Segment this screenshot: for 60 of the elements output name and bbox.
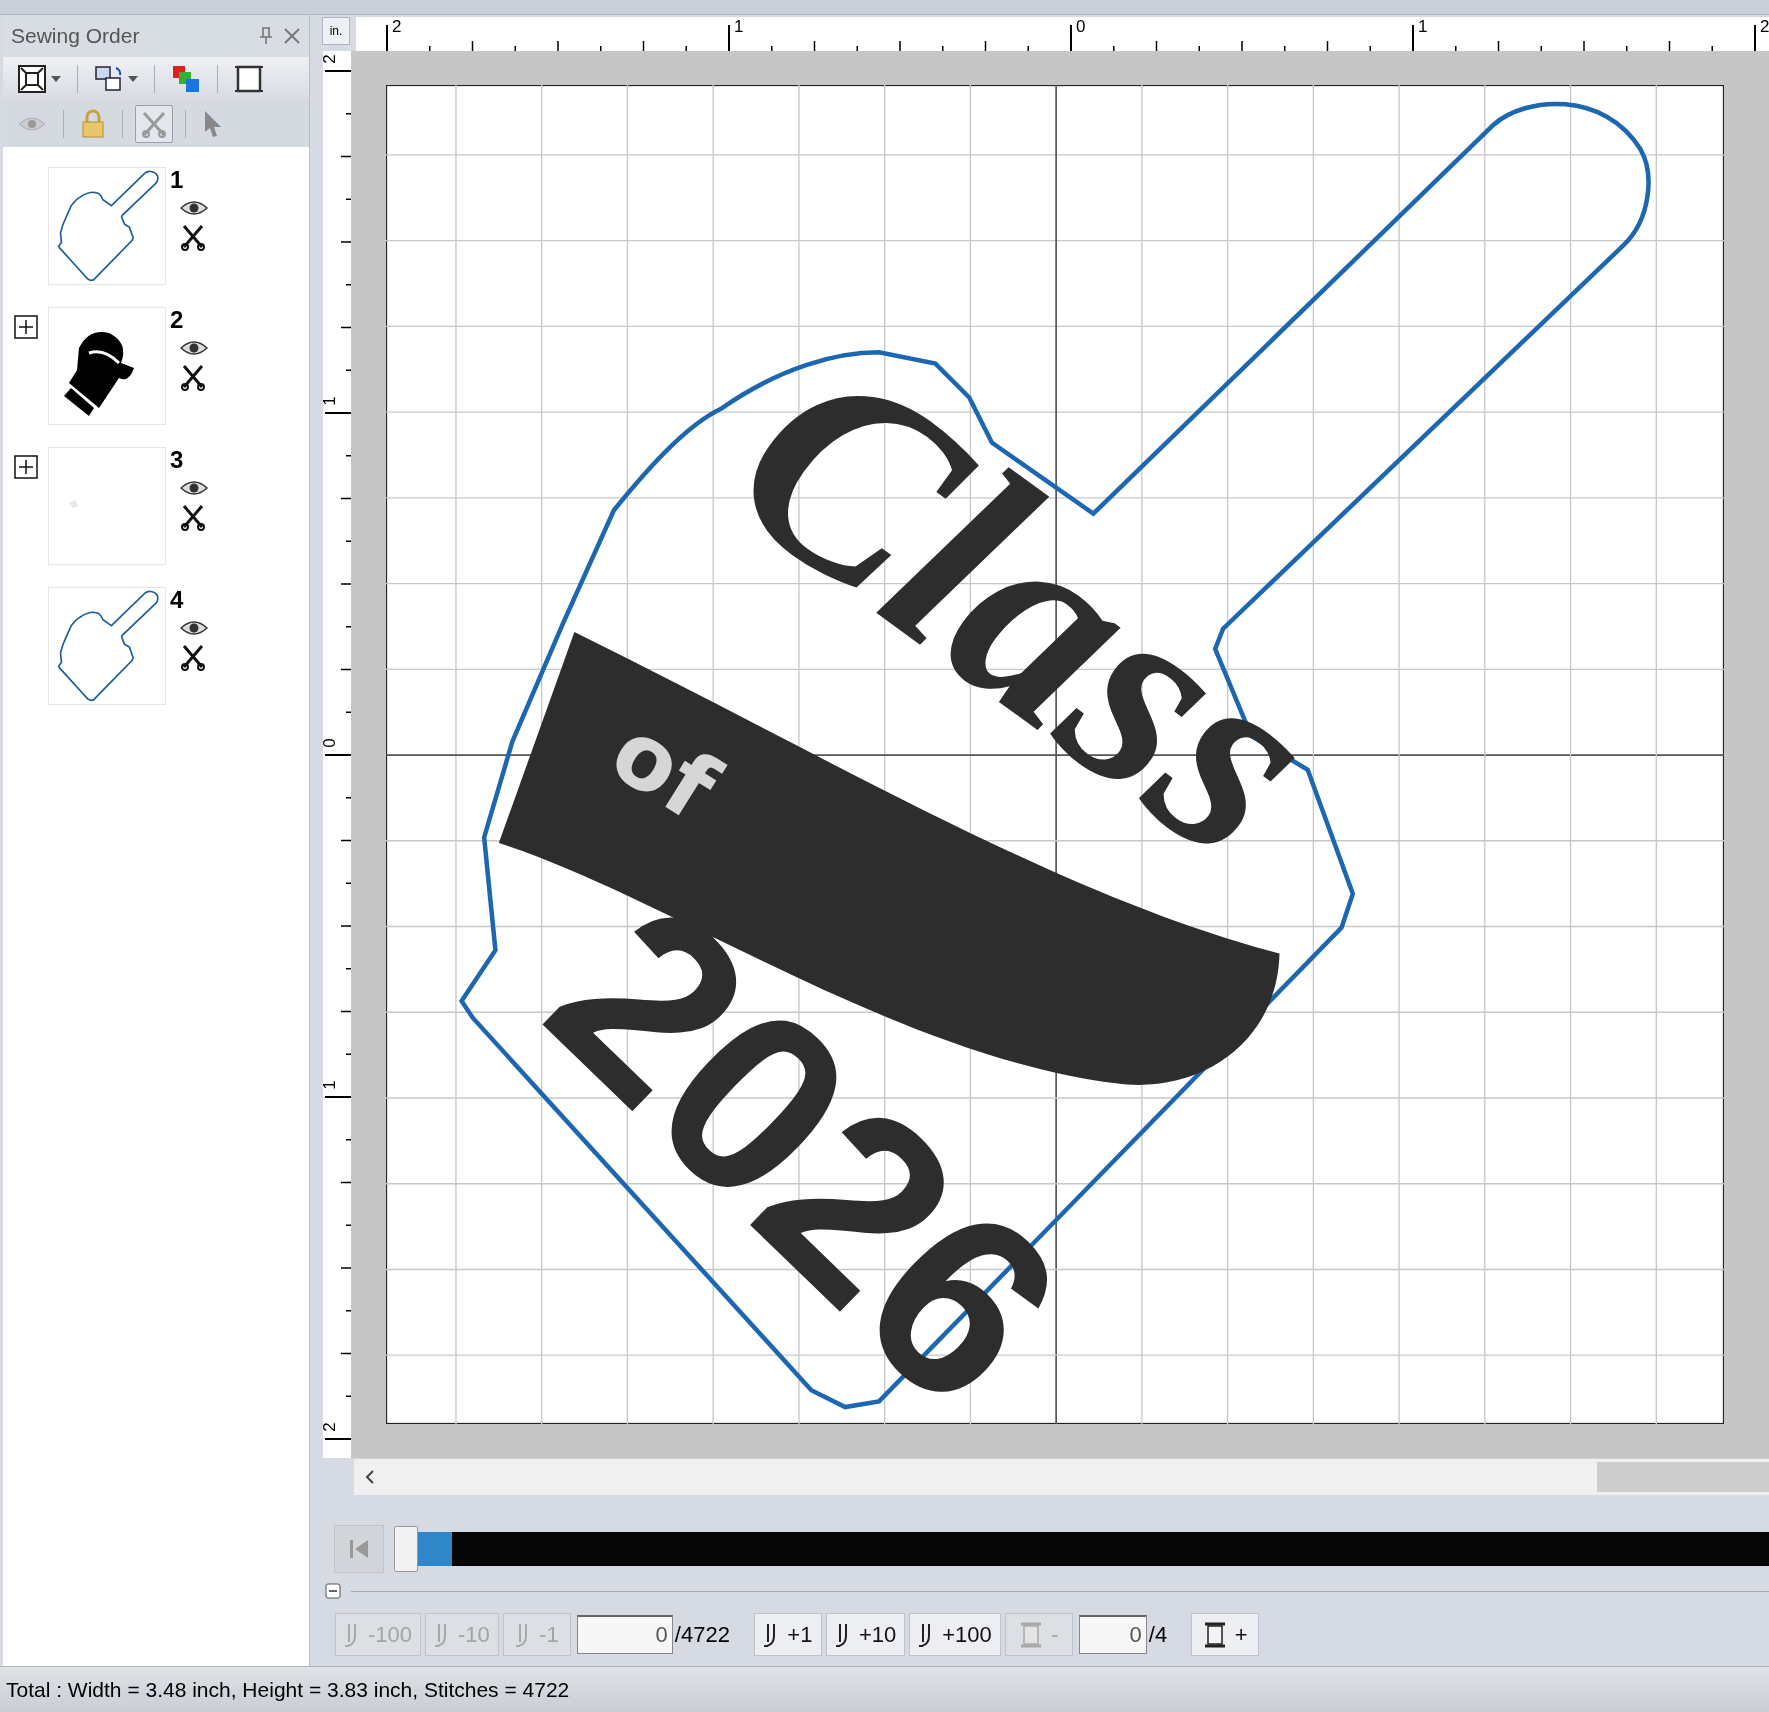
- collapse-icon[interactable]: [325, 1583, 341, 1599]
- layer-number: 3: [170, 447, 185, 473]
- position-field[interactable]: 0: [576, 1615, 673, 1654]
- slider-thumb[interactable]: [394, 1526, 418, 1572]
- embroidery-text: of: [593, 697, 736, 841]
- scissors-icon[interactable]: [180, 363, 206, 391]
- ruler-label: 1: [319, 1080, 340, 1090]
- ruler-label: 1: [1418, 17, 1428, 37]
- ruler-label: 1: [734, 17, 744, 37]
- ruler-label: 2: [1760, 17, 1769, 37]
- eye-icon[interactable]: [180, 479, 208, 497]
- ruler-label: 2: [319, 1422, 340, 1432]
- pin-icon[interactable]: [259, 27, 273, 45]
- lock-icon: [80, 109, 106, 139]
- step-button[interactable]: +10: [825, 1613, 906, 1656]
- close-icon[interactable]: [283, 27, 301, 45]
- ruler-unit[interactable]: in.: [322, 17, 350, 45]
- total-count: /4: [1148, 1621, 1168, 1648]
- ruler-label: 1: [319, 396, 340, 406]
- layer-number: 4: [170, 587, 185, 613]
- layer-thumbnail[interactable]: [48, 447, 166, 565]
- group-icon: [94, 64, 124, 94]
- eye-icon[interactable]: [180, 199, 208, 217]
- scissors-icon[interactable]: [180, 643, 206, 671]
- stitch-slider[interactable]: [394, 1526, 1769, 1572]
- ruler-label: 2: [319, 54, 340, 64]
- step-button[interactable]: +: [1191, 1613, 1260, 1656]
- scissors-icon: [139, 109, 169, 139]
- spool-icon: [1202, 1621, 1227, 1648]
- caret-icon: [128, 76, 138, 82]
- step-button[interactable]: +100: [909, 1613, 1001, 1656]
- layer-thumbnail[interactable]: [48, 167, 166, 285]
- expand-icon[interactable]: [13, 315, 38, 339]
- layer-number: 1: [170, 167, 185, 193]
- frame-icon: [234, 64, 264, 94]
- fit-view-icon: [17, 64, 47, 94]
- panel-title: Sewing Order: [11, 24, 141, 48]
- spool-icon: [1019, 1621, 1044, 1648]
- horizontal-scrollbar[interactable]: [354, 1458, 1769, 1495]
- layer-thumbnail[interactable]: [48, 307, 166, 425]
- eye-icon: [17, 114, 47, 134]
- scissors-icon[interactable]: [180, 503, 206, 531]
- step-button[interactable]: +1: [753, 1613, 822, 1656]
- eye-icon[interactable]: [180, 619, 208, 637]
- expand-icon[interactable]: [13, 455, 38, 479]
- eye-icon[interactable]: [180, 339, 208, 357]
- pointer-icon: [202, 109, 224, 139]
- ruler-label: 2: [392, 17, 402, 37]
- ruler-label: 0: [1076, 17, 1086, 37]
- layer-number: 2: [170, 307, 185, 333]
- skip-start-icon: [348, 1538, 370, 1560]
- color-blocks-icon: [171, 64, 201, 94]
- scroll-left-icon[interactable]: [364, 1469, 376, 1485]
- status-text: Total : Width = 3.48 inch, Height = 3.83 inch, Stitches = 4722: [6, 1678, 570, 1702]
- caret-icon: [51, 76, 61, 82]
- layer-thumbnail[interactable]: [48, 587, 166, 705]
- ruler-label: 0: [319, 738, 340, 748]
- scissors-icon[interactable]: [180, 223, 206, 251]
- total-count: /4722: [674, 1621, 730, 1648]
- position-field[interactable]: 0: [1078, 1615, 1147, 1654]
